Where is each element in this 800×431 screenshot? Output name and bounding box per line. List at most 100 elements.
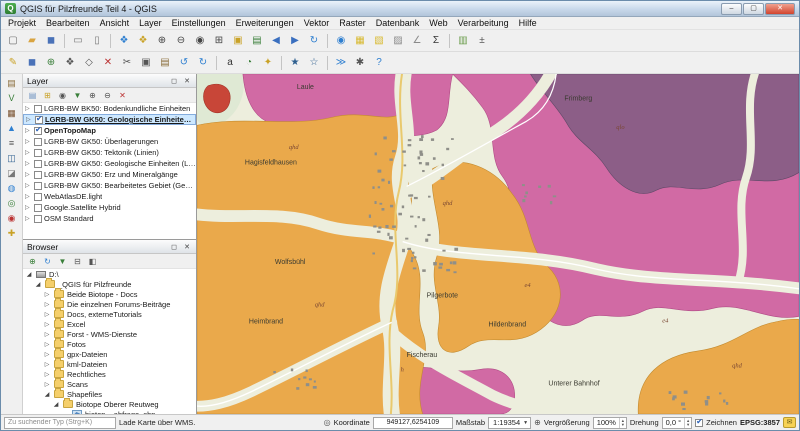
select-features-icon[interactable]: ▦ — [351, 32, 369, 50]
pan-map-icon[interactable]: ❖ — [115, 32, 133, 50]
browser-item[interactable]: ▷Forst - WMS-Dienste — [23, 329, 196, 339]
paste-features-icon[interactable]: ▤ — [156, 54, 174, 72]
zoom-last-icon[interactable]: ◀ — [267, 32, 285, 50]
expand-arrow-icon[interactable]: ▷ — [43, 361, 51, 368]
expand-arrow-icon[interactable]: ▷ — [25, 105, 32, 112]
map-tips-icon[interactable]: ✦ — [259, 54, 277, 72]
browser-item[interactable]: ◢Shapefiles — [23, 389, 196, 399]
remove-layer-icon[interactable]: ✕ — [116, 89, 129, 102]
layer-visibility-checkbox[interactable] — [34, 171, 42, 179]
layer-item[interactable]: ▷LGRB-BW GK50: Tektonik (Linien) — [23, 147, 196, 158]
python-console-icon[interactable]: ≫ — [332, 54, 350, 72]
mouse-position-icon[interactable]: ◎ — [324, 418, 331, 427]
data-source-manager-icon[interactable]: ▤ — [4, 76, 20, 90]
zoom-to-layer-icon[interactable]: ▤ — [248, 32, 266, 50]
add-mesh-layer-icon[interactable]: ▲ — [4, 121, 20, 135]
layer-item[interactable]: ▷LGRB-BW GK50: Erz und Mineralgänge — [23, 169, 196, 180]
layer-visibility-checkbox[interactable] — [34, 160, 42, 168]
browser-item[interactable]: ▷Fotos — [23, 339, 196, 349]
close-button[interactable]: ✕ — [765, 3, 795, 15]
expand-arrow-icon[interactable]: ▷ — [43, 381, 51, 388]
expand-arrow-icon[interactable]: ◢ — [34, 281, 42, 288]
expand-arrow-icon[interactable]: ▷ — [43, 291, 51, 298]
layout-manager-icon[interactable]: ▯ — [88, 32, 106, 50]
browser-item[interactable]: ▷Beide Biotope - Docs — [23, 289, 196, 299]
browser-item[interactable]: ▷kml-Dateien — [23, 359, 196, 369]
expand-arrow-icon[interactable]: ▷ — [43, 351, 51, 358]
add-wcs-layer-icon[interactable]: ◉ — [4, 211, 20, 225]
collapse-all-icon[interactable]: ⊟ — [71, 255, 84, 268]
panel-float-icon[interactable]: ◻ — [169, 77, 179, 85]
add-delimited-text-icon[interactable]: ≡ — [4, 136, 20, 150]
expand-arrow-icon[interactable]: ▷ — [43, 341, 51, 348]
undo-icon[interactable]: ↺ — [175, 54, 193, 72]
expand-arrow-icon[interactable]: ▷ — [25, 182, 32, 189]
layer-item[interactable]: ▷WebAtlasDE.light — [23, 191, 196, 202]
expand-all-icon[interactable]: ⊕ — [86, 89, 99, 102]
expand-arrow-icon[interactable]: ▷ — [25, 204, 32, 211]
layer-item[interactable]: ▷Google.Satellite Hybrid — [23, 202, 196, 213]
expand-arrow-icon[interactable]: ▷ — [25, 138, 32, 145]
copy-features-icon[interactable]: ▣ — [137, 54, 155, 72]
delete-selected-icon[interactable]: ✕ — [99, 54, 117, 72]
add-spatialite-layer-icon[interactable]: ◪ — [4, 166, 20, 180]
expand-arrow-icon[interactable]: ▷ — [26, 116, 33, 123]
browser-item[interactable]: ▷Rechtliches — [23, 369, 196, 379]
expand-arrow-icon[interactable]: ▷ — [25, 171, 32, 178]
zoom-native-icon[interactable]: ◉ — [191, 32, 209, 50]
render-checkbox[interactable] — [695, 419, 703, 427]
filter-legend-icon[interactable]: ▼ — [71, 89, 84, 102]
deselect-features-icon[interactable]: ▨ — [389, 32, 407, 50]
help-contents-icon[interactable]: ? — [370, 54, 388, 72]
browser-item[interactable]: ◢Biotope Oberer Reutweg — [23, 399, 196, 409]
layer-visibility-checkbox[interactable] — [34, 193, 42, 201]
zoom-to-selection-icon[interactable]: ▣ — [229, 32, 247, 50]
add-wms-layer-icon[interactable]: ◍ — [4, 181, 20, 195]
new-bookmark-icon[interactable]: ★ — [286, 54, 304, 72]
layer-item[interactable]: ▷LGRB-BW BK50: Bodenkundliche Einheiten — [23, 103, 196, 114]
cut-features-icon[interactable]: ✂ — [118, 54, 136, 72]
panel-close-icon[interactable]: ✕ — [182, 243, 192, 251]
expand-arrow-icon[interactable]: ◢ — [25, 271, 33, 278]
crs-status[interactable]: EPSG:3857 — [740, 418, 780, 427]
scale-combobox[interactable]: 1:19354 ▼ — [488, 417, 531, 429]
menu-vektor[interactable]: Vektor — [299, 18, 335, 28]
coordinate-input[interactable] — [373, 417, 453, 429]
expand-arrow-icon[interactable]: ▷ — [25, 149, 32, 156]
expand-arrow-icon[interactable]: ▷ — [43, 321, 51, 328]
add-wfs-layer-icon[interactable]: ◎ — [4, 196, 20, 210]
add-feature-icon[interactable]: ⊕ — [42, 54, 60, 72]
browser-item[interactable]: ▷Die einzelnen Forums-Beiträge — [23, 299, 196, 309]
rotation-spinbox[interactable]: 0,0 ° ▲▼ — [662, 417, 692, 429]
move-feature-icon[interactable]: ❖ — [61, 54, 79, 72]
layer-visibility-checkbox[interactable] — [34, 105, 42, 113]
expand-arrow-icon[interactable]: ▷ — [43, 331, 51, 338]
chevron-down-icon[interactable]: ▼ — [523, 420, 528, 426]
layer-visibility-checkbox[interactable] — [34, 204, 42, 212]
layer-diagram-icon[interactable]: ◔ — [240, 54, 258, 72]
layer-labeling-icon[interactable]: a — [221, 54, 239, 72]
browser-item[interactable]: ◢_QGIS für Pilzfreunde — [23, 279, 196, 289]
maximize-button[interactable]: ▢ — [743, 3, 764, 15]
enable-properties-widget-icon[interactable]: ◧ — [86, 255, 99, 268]
menu-erweiterungen[interactable]: Erweiterungen — [231, 18, 299, 28]
open-attribute-table-icon[interactable]: ▥ — [454, 32, 472, 50]
zoom-next-icon[interactable]: ▶ — [286, 32, 304, 50]
manage-map-themes-icon[interactable]: ◉ — [56, 89, 69, 102]
menu-raster[interactable]: Raster — [334, 18, 371, 28]
show-bookmarks-icon[interactable]: ☆ — [305, 54, 323, 72]
statistical-summary-icon[interactable]: Σ — [427, 32, 445, 50]
toggle-editing-icon[interactable]: ✎ — [4, 54, 22, 72]
menu-einstellungen[interactable]: Einstellungen — [167, 18, 231, 28]
expand-arrow-icon[interactable]: ▷ — [25, 127, 32, 134]
layer-visibility-checkbox[interactable] — [34, 182, 42, 190]
menu-hilfe[interactable]: Hilfe — [514, 18, 542, 28]
measure-line-icon[interactable]: ∠ — [408, 32, 426, 50]
magnifier-spinbox[interactable]: 100% ▲▼ — [593, 417, 627, 429]
project-open-icon[interactable]: ▰ — [23, 32, 41, 50]
pan-to-selection-icon[interactable]: ❖ — [134, 32, 152, 50]
expand-arrow-icon[interactable]: ▷ — [25, 193, 32, 200]
layer-visibility-checkbox[interactable] — [34, 138, 42, 146]
expand-arrow-icon[interactable]: ◢ — [52, 401, 60, 408]
layer-item[interactable]: ▷OSM Standard — [23, 213, 196, 224]
